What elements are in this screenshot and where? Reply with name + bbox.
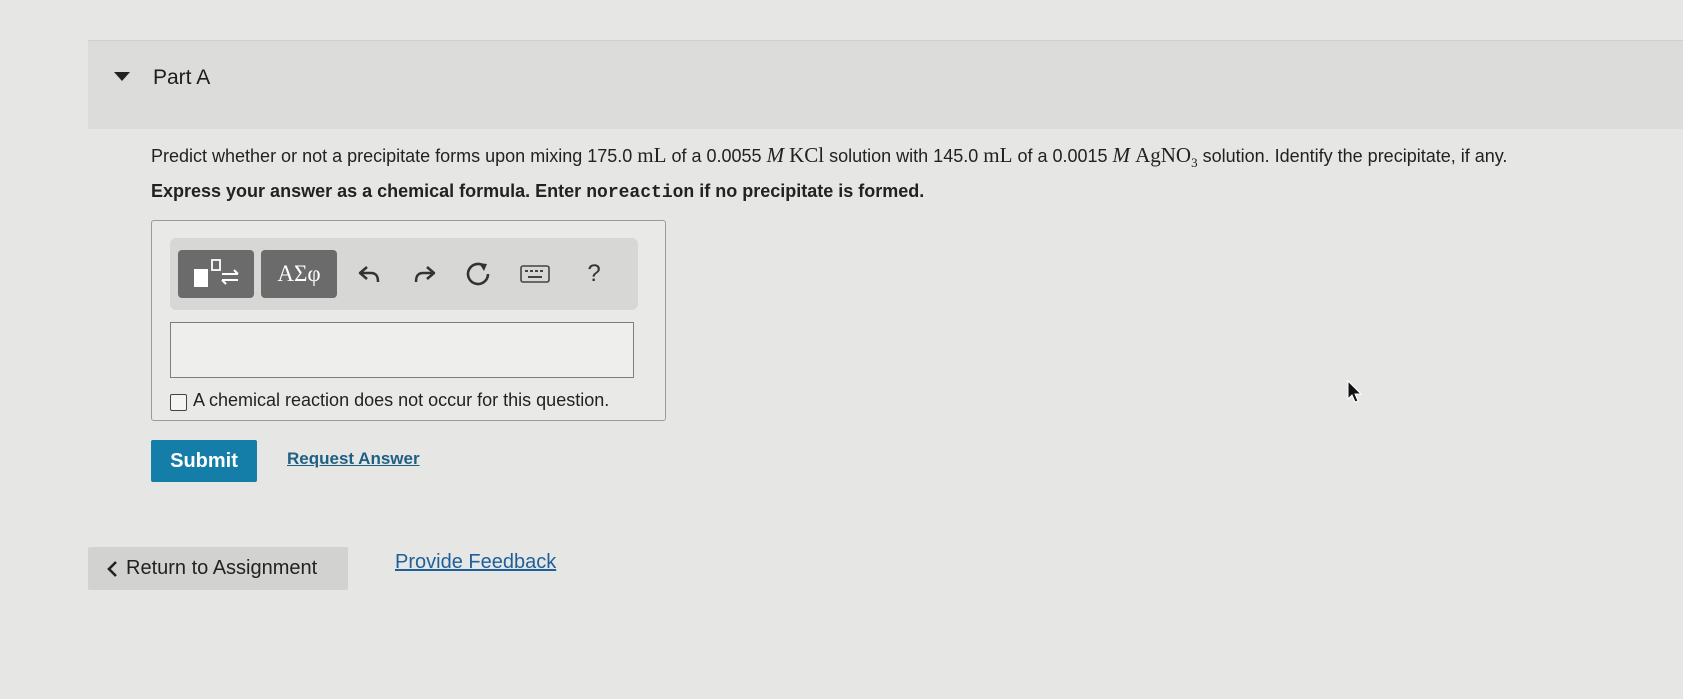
molarity-symbol: M (1112, 143, 1131, 167)
caret-down-icon[interactable] (114, 72, 130, 81)
undo-button[interactable] (350, 250, 390, 298)
molarity-symbol: M (766, 143, 785, 167)
request-answer-link[interactable]: Request Answer (287, 449, 420, 469)
greek-symbols-button[interactable]: ΑΣφ (261, 250, 337, 298)
submit-button[interactable]: Submit (151, 440, 257, 482)
undo-icon (358, 266, 380, 283)
question-segment: of a 0.0015 (1017, 146, 1108, 166)
no-reaction-checkbox[interactable] (170, 394, 187, 411)
keyboard-button[interactable] (515, 250, 555, 298)
formula-input[interactable] (170, 322, 634, 378)
reset-icon (466, 262, 490, 286)
question-segment: solution. Identify the precipitate, if a… (1202, 146, 1508, 166)
keyboard-icon (520, 265, 550, 283)
no-reaction-label[interactable]: A chemical reaction does not occur for t… (193, 390, 609, 411)
noreaction-keyword: noreaction (586, 183, 695, 203)
instructions-segment: Express your answer as a chemical formul… (151, 181, 582, 201)
templates-icon (194, 259, 239, 287)
question-segment: Predict whether or not a precipitate for… (151, 146, 633, 166)
question-segment: solution with 145.0 (829, 146, 979, 166)
part-title: Part A (153, 66, 211, 89)
math-toolbar: ΑΣφ ? (170, 238, 638, 310)
part-header[interactable] (88, 41, 1683, 129)
return-to-assignment-button[interactable]: Return to Assignment (88, 547, 348, 590)
help-button[interactable]: ? (574, 250, 614, 298)
return-label: Return to Assignment (126, 557, 318, 579)
question-segment: of a 0.0055 (671, 146, 762, 166)
reset-button[interactable] (458, 250, 498, 298)
unit-ml: mL (637, 143, 667, 167)
unit-ml: mL (983, 143, 1013, 167)
chevron-left-icon (106, 560, 118, 578)
redo-icon (414, 266, 436, 283)
instructions-segment: if no precipitate is formed. (699, 181, 925, 201)
compound-agno3: AgNO3 (1135, 143, 1198, 171)
compound-kcl: KCl (789, 143, 825, 167)
provide-feedback-link[interactable]: Provide Feedback (395, 551, 556, 574)
templates-button[interactable] (178, 250, 254, 298)
mouse-cursor-icon (1347, 379, 1363, 409)
answer-instructions: Express your answer as a chemical formul… (151, 181, 924, 203)
redo-button[interactable] (404, 250, 444, 298)
question-text: Predict whether or not a precipitate for… (151, 143, 1671, 171)
